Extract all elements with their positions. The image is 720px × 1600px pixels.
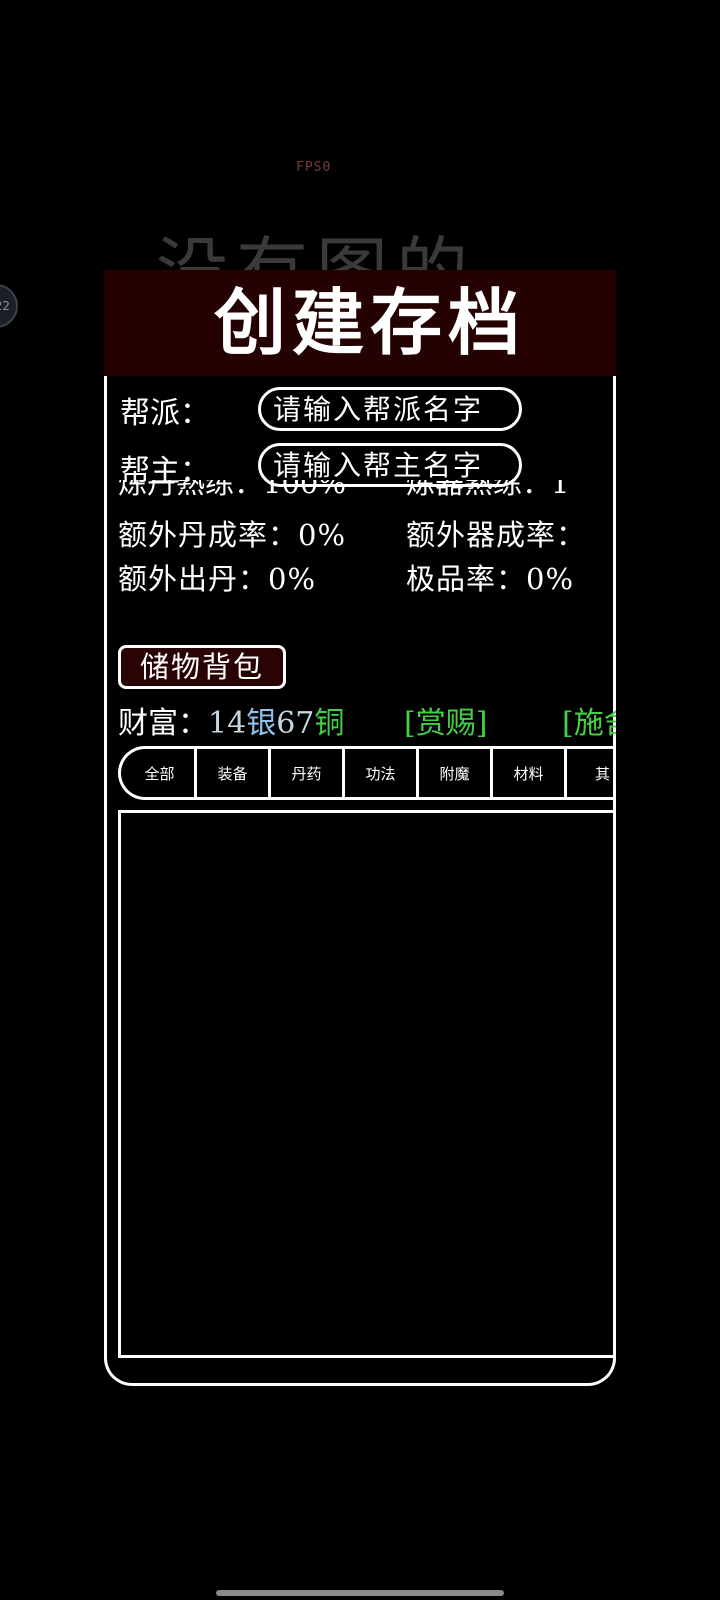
floating-bubble[interactable]: 22 — [0, 284, 18, 328]
tab-all[interactable]: 全部 — [125, 749, 197, 797]
storage-bag-button[interactable]: 储物背包 — [118, 645, 286, 689]
stat-extra-pill-output: 额外出丹：0% — [118, 562, 317, 596]
copper-unit: 铜 — [314, 706, 345, 741]
tab-equipment[interactable]: 装备 — [197, 749, 271, 797]
stat-extra-pill-rate: 额外丹成率：0% — [118, 518, 347, 552]
panel-title: 创建存档 — [214, 280, 527, 365]
wealth-label: 财富： — [118, 706, 208, 741]
silver-unit: 银 — [246, 706, 277, 741]
copper-amount: 67 — [276, 706, 315, 741]
stat-extra-tool-rate: 额外器成率： — [406, 518, 587, 552]
stat-alchemy-skill: 炼丹熟练：100% — [118, 480, 346, 500]
right-mask — [616, 340, 720, 1400]
tab-pills[interactable]: 丹药 — [271, 749, 345, 797]
fps-counter: FPS0 — [296, 160, 332, 175]
bubble-text: 22 — [0, 299, 10, 313]
tab-skills[interactable]: 功法 — [345, 749, 419, 797]
stat-forging-skill: 炼器熟练：1 — [406, 480, 570, 500]
clipped-stats-row: 炼丹熟练：100% 炼器熟练：1 — [116, 480, 616, 502]
item-list-area[interactable] — [118, 810, 638, 1358]
stat-top-grade-rate: 极品率：0% — [406, 562, 575, 596]
sect-label: 帮派： — [120, 396, 210, 431]
item-category-tabs: 全部 装备 丹药 功法 附魔 材料 其 — [118, 746, 638, 800]
home-indicator[interactable] — [216, 1590, 504, 1596]
silver-amount: 14 — [208, 706, 247, 741]
reward-link[interactable]: [赏赐] — [404, 698, 487, 742]
tab-materials[interactable]: 材料 — [493, 749, 567, 797]
sect-name-input[interactable] — [258, 387, 522, 431]
tab-enchant[interactable]: 附魔 — [419, 749, 493, 797]
wealth-line: 财富：14银67铜 — [118, 698, 344, 742]
